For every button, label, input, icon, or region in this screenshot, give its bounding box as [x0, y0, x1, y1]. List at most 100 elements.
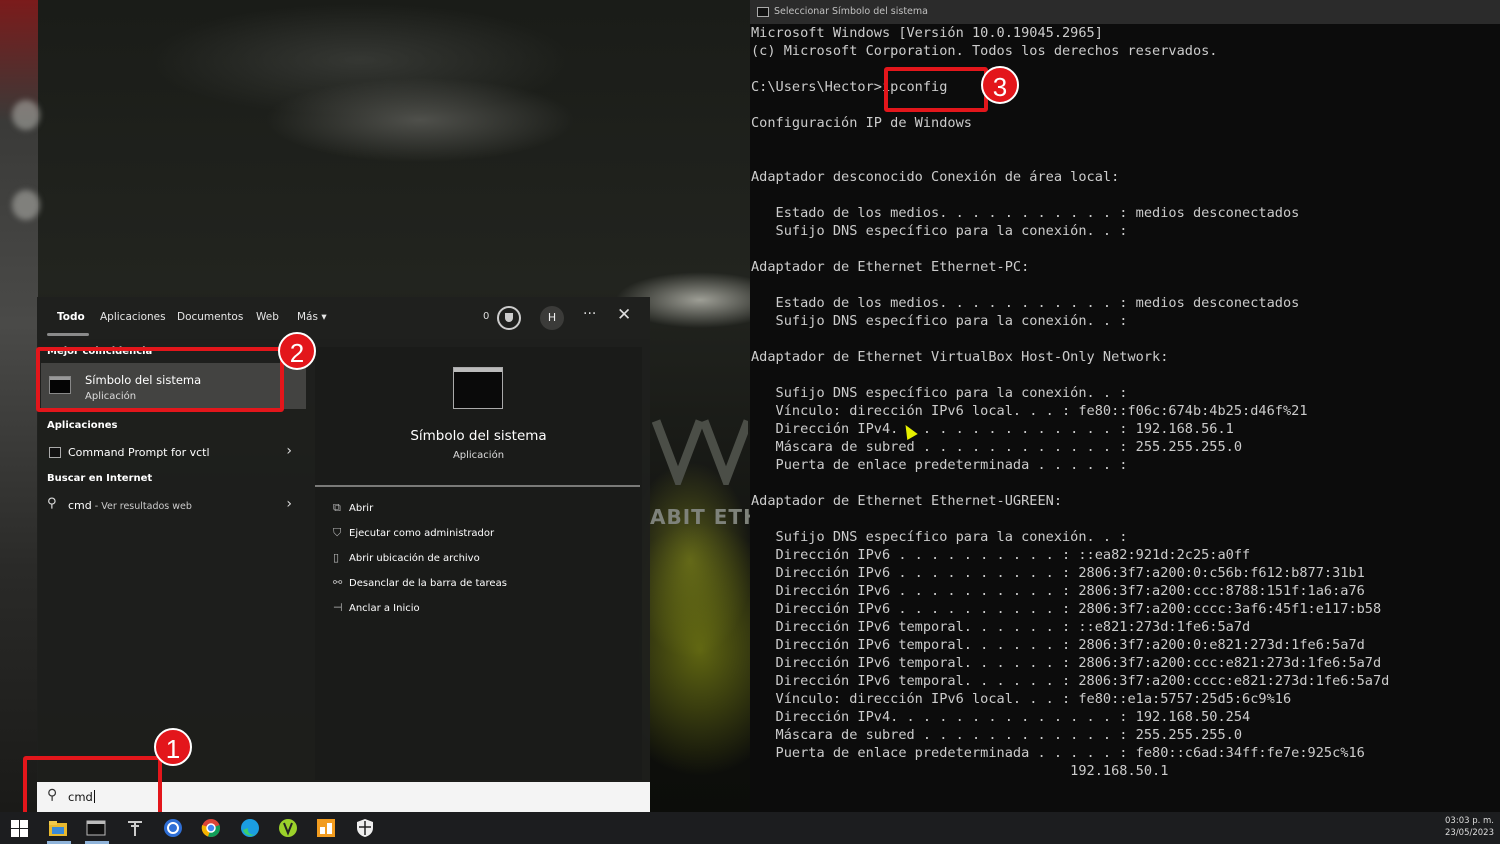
divider [315, 485, 640, 487]
search-filter-bar: Todo Aplicaciones Documentos Web Más ▾ 0… [37, 297, 650, 339]
console-line: Dirección IPv6 . . . . . . . . . . : 280… [751, 583, 1365, 599]
terminal-icon[interactable] [85, 817, 107, 839]
console-line: Microsoft Windows [Versión 10.0.19045.29… [751, 25, 1103, 41]
console-line: Puerta de enlace predeterminada . . . . … [751, 457, 1128, 473]
action-unpin-taskbar[interactable]: ⚯ Desanclar de la barra de tareas [333, 576, 633, 596]
windows-icon[interactable] [9, 817, 31, 839]
edge-icon[interactable] [239, 817, 261, 839]
console-line: C:\Users\Hector>ipconfig [751, 79, 948, 95]
console-line: Estado de los medios. . . . . . . . . . … [751, 205, 1300, 221]
blurred-desktop-icon [12, 100, 40, 130]
chevron-right-icon[interactable]: › [286, 443, 292, 459]
web-query: cmd [68, 499, 92, 512]
file-icon: ▯ [333, 551, 340, 564]
console-line: Vínculo: dirección IPv6 local. . . : fe8… [751, 691, 1292, 707]
console-line: (c) Microsoft Corporation. Todos los der… [751, 43, 1218, 59]
action-label: Abrir ubicación de archivo [349, 553, 480, 564]
console-line: Dirección IPv6 temporal. . . . . . : 280… [751, 637, 1365, 653]
annotation-box-search [23, 756, 162, 819]
console-line: Máscara de subred . . . . . . . . . . . … [751, 439, 1243, 455]
unpin-icon: ⚯ [333, 576, 343, 589]
chrome-icon[interactable] [200, 817, 222, 839]
console-line: Máscara de subred . . . . . . . . . . . … [751, 727, 1243, 743]
preview-subtitle: Aplicación [452, 450, 505, 461]
tab-web[interactable]: Web [256, 311, 279, 323]
console-line: Sufijo DNS específico para la conexión. … [751, 223, 1128, 239]
action-label: Abrir [349, 503, 374, 514]
action-label: Ejecutar como administrador [349, 528, 495, 539]
app-orange-icon[interactable] [315, 817, 337, 839]
chevron-right-icon[interactable]: › [286, 496, 292, 512]
action-run-as-admin[interactable]: ⛉ Ejecutar como administrador [333, 526, 633, 546]
tab-todo[interactable]: Todo [57, 311, 85, 323]
action-label: Anclar a Inicio [349, 603, 420, 614]
reward-count: 0 [483, 311, 490, 322]
action-open[interactable]: ⧉ Abrir [333, 501, 633, 521]
admin-shield-icon: ⛉ [333, 526, 342, 539]
tool-icon[interactable] [124, 817, 146, 839]
action-open-file-location[interactable]: ▯ Abrir ubicación de archivo [333, 551, 633, 571]
terminal-icon [49, 447, 61, 458]
apps-section-label: Aplicaciones [47, 420, 118, 431]
file-explorer-icon[interactable] [47, 817, 69, 839]
pin-icon: ⊣ [333, 601, 343, 614]
window-titlebar[interactable]: Seleccionar Símbolo del sistema [750, 0, 1500, 24]
command-prompt-large-icon [453, 367, 503, 409]
annotation-box-ipconfig [884, 67, 988, 112]
console-line: Dirección IPv6 . . . . . . . . . . : 280… [751, 565, 1365, 581]
console-line: Configuración IP de Windows [751, 115, 972, 131]
console-line: Dirección IPv6 temporal. . . . . . : 280… [751, 655, 1382, 671]
action-pin-start[interactable]: ⊣ Anclar a Inicio [333, 601, 633, 621]
blurred-desktop-icon [12, 190, 40, 220]
console-line: Sufijo DNS específico para la conexión. … [751, 385, 1128, 401]
close-icon[interactable]: ✕ [617, 305, 631, 325]
console-line: Sufijo DNS específico para la conexión. … [751, 529, 1128, 545]
taskbar-clock[interactable]: 03:03 p. m. 23/05/2023 [1445, 815, 1494, 839]
console-line: Dirección IPv6 . . . . . . . . . . : 280… [751, 601, 1382, 617]
annotation-number: 3 [981, 66, 1019, 104]
console-line: Dirección IPv6 . . . . . . . . . . : ::e… [751, 547, 1251, 563]
annotation-number: 1 [154, 728, 192, 766]
annotation-box-best-match [36, 347, 284, 412]
app-result-item[interactable]: Command Prompt for vctl › [41, 440, 306, 466]
tab-documentos[interactable]: Documentos [177, 311, 243, 323]
web-result-item[interactable]: ⚲ cmd - Ver resultados web › [41, 493, 306, 519]
clock-date: 23/05/2023 [1445, 828, 1494, 838]
tab-aplicaciones[interactable]: Aplicaciones [100, 311, 166, 323]
app-result-label: Command Prompt for vctl [68, 446, 210, 459]
console-line: 192.168.50.1 [751, 763, 1169, 779]
trophy-icon[interactable] [497, 306, 521, 330]
result-preview-pane: Símbolo del sistema Aplicación ⧉ Abrir ⛉ E… [315, 347, 642, 780]
console-output[interactable]: Microsoft Windows [Versión 10.0.19045.29… [751, 24, 1499, 812]
app-green-icon[interactable] [277, 817, 299, 839]
taskbar: 03:03 p. m. 23/05/2023 [0, 812, 1500, 844]
shield-icon[interactable] [354, 817, 376, 839]
terminal-icon [757, 7, 769, 17]
open-icon: ⧉ [333, 501, 341, 514]
action-label: Desanclar de la barra de tareas [349, 578, 507, 589]
annotation-number: 2 [278, 332, 316, 370]
tab-mas[interactable]: Más ▾ [297, 311, 327, 323]
preview-title: Símbolo del sistema [410, 428, 547, 444]
command-prompt-window[interactable]: Seleccionar Símbolo del sistema Microsof… [750, 0, 1500, 812]
wallpaper-logo [652, 419, 748, 485]
console-line: Dirección IPv6 temporal. . . . . . : 280… [751, 673, 1390, 689]
console-line: Adaptador de Ethernet VirtualBox Host-On… [751, 349, 1169, 365]
app-blue-icon[interactable] [162, 817, 184, 839]
console-line: Adaptador de Ethernet Ethernet-PC: [751, 259, 1030, 275]
chevron-down-icon: ▾ [321, 311, 327, 323]
active-tab-indicator [47, 333, 89, 336]
avatar[interactable]: H [540, 306, 564, 330]
web-result-label: cmd - Ver resultados web [68, 499, 192, 512]
console-line: Dirección IPv4. . . . . . . . . . . . . … [751, 421, 1234, 437]
more-options-icon[interactable]: ··· [583, 306, 596, 322]
